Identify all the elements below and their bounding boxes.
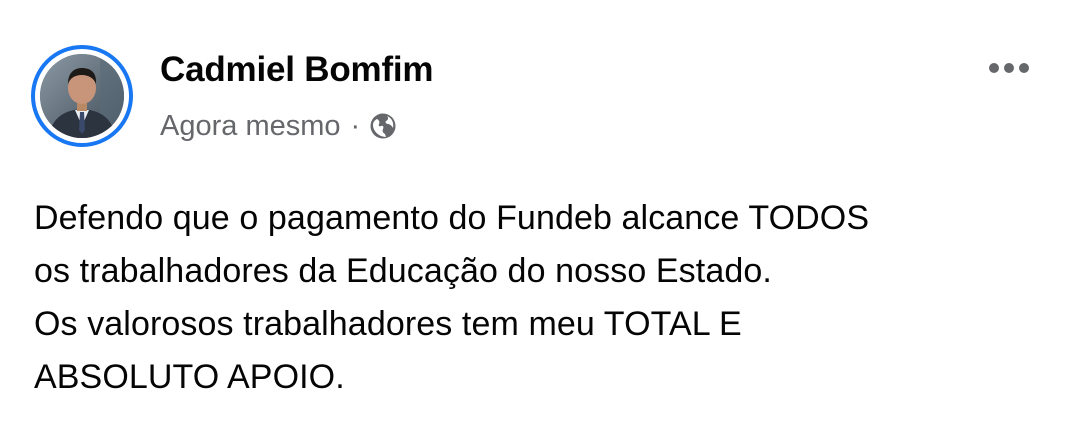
story-ring[interactable] <box>31 45 133 147</box>
post-text: Defendo que o pagamento do Fundeb alcanc… <box>34 192 1054 404</box>
meta-separator: · <box>350 109 361 142</box>
post-text-line: Os valorosos trabalhadores tem meu TOTAL… <box>34 305 742 343</box>
more-options-icon-dot <box>1004 63 1014 73</box>
more-options-icon-dot <box>989 63 999 73</box>
post-timestamp[interactable]: Agora mesmo <box>160 110 341 143</box>
avatar[interactable] <box>40 54 124 138</box>
facebook-post: Cadmiel Bomfim Agora mesmo · Defendo que… <box>0 0 1078 426</box>
post-text-line: ABSOLUTO APOIO. <box>34 358 345 396</box>
author-name[interactable]: Cadmiel Bomfim <box>160 50 434 90</box>
post-meta: Agora mesmo · <box>160 108 398 144</box>
post-text-line: Defendo que o pagamento do Fundeb alcanc… <box>34 199 870 237</box>
more-options-button[interactable] <box>982 52 1036 84</box>
more-options-icon-dot <box>1019 63 1029 73</box>
post-text-line: os trabalhadores da Educação do nosso Es… <box>34 252 772 290</box>
globe-icon[interactable] <box>368 111 398 141</box>
avatar-image <box>40 54 124 138</box>
